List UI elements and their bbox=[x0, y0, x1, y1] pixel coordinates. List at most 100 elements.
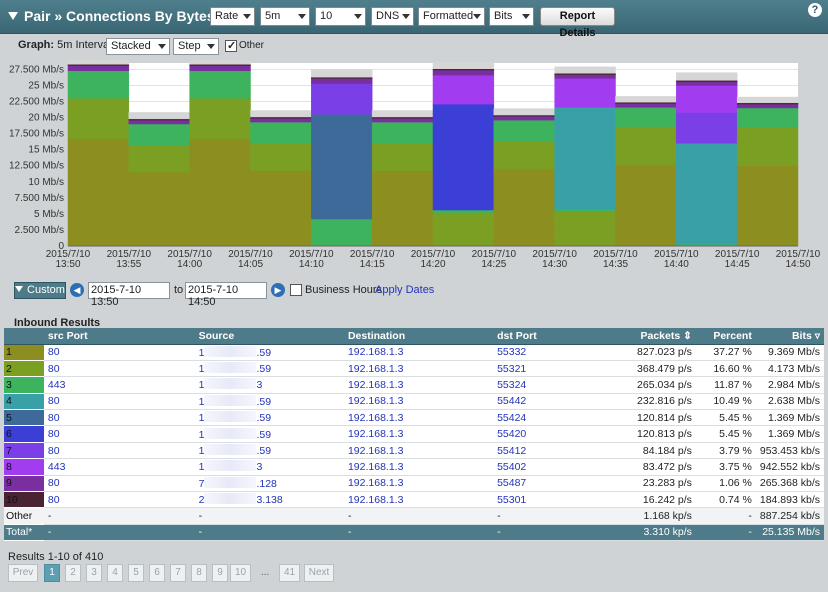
table-row[interactable]: 7 80 1.59 192.168.1.3 55412 84.184 p/s 3.79 % 9… bbox=[4, 442, 824, 460]
dst-port-link[interactable]: 55424 bbox=[493, 409, 613, 427]
other-label: Other bbox=[4, 507, 44, 525]
page-button-10[interactable]: 10 bbox=[230, 564, 251, 582]
src-port-link[interactable]: 443 bbox=[43, 376, 195, 394]
destination-link[interactable]: 192.168.1.3 bbox=[343, 376, 494, 394]
destination-link[interactable]: 192.168.1.3 bbox=[343, 409, 494, 427]
stack-segment-s9-c5 bbox=[311, 78, 373, 84]
dst-port-column-header[interactable]: dst Port bbox=[493, 328, 613, 345]
dst-port-link[interactable]: 55412 bbox=[493, 442, 613, 460]
page-button-8[interactable]: 8 bbox=[191, 564, 207, 582]
src-port-column-header[interactable]: src Port bbox=[43, 328, 195, 345]
destination-link[interactable]: 192.168.1.3 bbox=[343, 442, 494, 460]
next-page-button[interactable]: Next bbox=[304, 564, 334, 582]
graph-style-select[interactable]: Step bbox=[173, 38, 219, 55]
graph-mode-select[interactable]: Stacked bbox=[106, 38, 170, 55]
dst-port-link[interactable]: 55442 bbox=[493, 393, 613, 411]
page-button-last[interactable]: 41 bbox=[279, 564, 300, 582]
destination-link[interactable]: 192.168.1.3 bbox=[343, 393, 494, 411]
table-row[interactable]: 3 443 1 3 192.168.1.3 55324 265.034 p/s 11.87 %… bbox=[4, 376, 824, 394]
source-link[interactable]: 1.59 bbox=[194, 442, 344, 460]
page-button-3[interactable]: 3 bbox=[86, 564, 102, 582]
units-select[interactable]: Bits bbox=[489, 7, 534, 26]
page-title[interactable]: Pair » Connections By Bytes bbox=[8, 8, 215, 24]
destination-link[interactable]: 192.168.1.3 bbox=[343, 491, 494, 509]
table-row[interactable]: 2 80 1.59 192.168.1.3 55321 368.479 p/s 16.60 … bbox=[4, 360, 824, 378]
report-details-button[interactable]: Report Details bbox=[540, 7, 615, 39]
source-link[interactable]: 1.59 bbox=[194, 360, 344, 378]
custom-range-button[interactable]: Custom bbox=[14, 282, 66, 299]
collapse-triangle-icon[interactable] bbox=[8, 12, 18, 20]
dst-port-link[interactable]: 55332 bbox=[493, 344, 613, 361]
stack-segment-s2-c12 bbox=[736, 126, 799, 166]
dst-port-link[interactable]: 55321 bbox=[493, 360, 613, 378]
metric-select[interactable]: Rate bbox=[210, 7, 255, 26]
dst-port-link[interactable]: 55301 bbox=[493, 491, 613, 509]
to-date-input[interactable]: 2015-7-10 14:50 bbox=[185, 282, 267, 308]
destination-column-header[interactable]: Destination bbox=[343, 328, 494, 345]
interval-select[interactable]: 5m bbox=[260, 7, 310, 26]
src-port-link[interactable]: 80 bbox=[43, 442, 195, 460]
page-button-9[interactable]: 9 bbox=[212, 564, 228, 582]
table-row[interactable]: 9 80 7.128 192.168.1.3 55487 23.283 p/s 1.06 %… bbox=[4, 475, 824, 493]
page-button-2[interactable]: 2 bbox=[65, 564, 81, 582]
src-port-link[interactable]: 80 bbox=[43, 393, 195, 411]
page-button-1[interactable]: 1 bbox=[44, 564, 60, 582]
stack-segment-s11-c3 bbox=[189, 60, 251, 65]
apply-dates-link[interactable]: Apply Dates bbox=[375, 284, 434, 296]
src-port-link[interactable]: 80 bbox=[43, 425, 195, 443]
src-port-link[interactable]: 80 bbox=[43, 491, 195, 509]
percent-column-header[interactable]: Percent bbox=[695, 328, 756, 345]
src-port-link[interactable]: 80 bbox=[43, 360, 195, 378]
total-percent: - bbox=[695, 524, 756, 542]
dst-port-link[interactable]: 55402 bbox=[493, 458, 613, 476]
bits-column-header[interactable]: Bits ▿ bbox=[755, 328, 824, 345]
table-row[interactable]: 1 80 1.59 192.168.1.3 55332 827.023 p/s 37.27 … bbox=[4, 344, 824, 361]
source-column-header[interactable]: Source bbox=[194, 328, 344, 345]
stack-segment-s1-c1 bbox=[67, 138, 130, 247]
page-button-5[interactable]: 5 bbox=[128, 564, 144, 582]
packets-column-header[interactable]: Packets ⇕ bbox=[612, 328, 696, 345]
source-link[interactable]: 1.59 bbox=[194, 425, 344, 443]
destination-link[interactable]: 192.168.1.3 bbox=[343, 458, 494, 476]
stack-segment-s9-c7 bbox=[432, 69, 495, 76]
destination-link[interactable]: 192.168.1.3 bbox=[343, 475, 494, 493]
format-select[interactable]: Formatted bbox=[418, 7, 485, 26]
source-link[interactable]: 7.128 bbox=[194, 475, 344, 493]
help-icon[interactable]: ? bbox=[808, 3, 822, 17]
dst-port-link[interactable]: 55487 bbox=[493, 475, 613, 493]
table-row[interactable]: 8 443 1 3 192.168.1.3 55402 83.472 p/s 3.75 % 94… bbox=[4, 458, 824, 476]
other-checkbox[interactable] bbox=[225, 39, 237, 52]
source-link[interactable]: 1.59 bbox=[194, 393, 344, 411]
previous-range-icon[interactable]: ◀ bbox=[70, 283, 84, 297]
source-link[interactable]: 13 bbox=[194, 376, 344, 394]
from-date-input[interactable]: 2015-7-10 13:50 bbox=[88, 282, 170, 308]
destination-link[interactable]: 192.168.1.3 bbox=[343, 425, 494, 443]
source-link[interactable]: 2 3.138 bbox=[194, 491, 344, 509]
dns-select[interactable]: DNS bbox=[371, 7, 414, 26]
prev-page-button[interactable]: Prev bbox=[8, 564, 38, 582]
destination-link[interactable]: 192.168.1.3 bbox=[343, 344, 494, 361]
src-port-link[interactable]: 80 bbox=[43, 409, 195, 427]
src-port-link[interactable]: 80 bbox=[43, 344, 195, 361]
source-link[interactable]: 1.59 bbox=[194, 409, 344, 427]
stack-segment-s11-c1 bbox=[67, 60, 130, 65]
src-port-link[interactable]: 80 bbox=[43, 475, 195, 493]
table-row[interactable]: 10 80 2 3.138 192.168.1.3 55301 16.242 p/s 0.74… bbox=[4, 491, 824, 509]
page-button-6[interactable]: 6 bbox=[149, 564, 165, 582]
chevron-down-icon bbox=[354, 14, 362, 19]
topn-select[interactable]: 10 bbox=[315, 7, 366, 26]
page-button-7[interactable]: 7 bbox=[170, 564, 186, 582]
table-row[interactable]: 6 80 1.59 192.168.1.3 55420 120.813 p/s 5.45 %… bbox=[4, 425, 824, 443]
dst-port-link[interactable]: 55324 bbox=[493, 376, 613, 394]
table-row[interactable]: 4 80 1.59 192.168.1.3 55442 232.816 p/s 10.49 … bbox=[4, 393, 824, 411]
destination-link[interactable]: 192.168.1.3 bbox=[343, 360, 494, 378]
src-port-link[interactable]: 443 bbox=[43, 458, 195, 476]
dst-port-link[interactable]: 55420 bbox=[493, 425, 613, 443]
row-rank: 4 bbox=[4, 393, 44, 411]
source-link[interactable]: 1.59 bbox=[194, 344, 344, 361]
business-hours-checkbox[interactable] bbox=[290, 284, 302, 296]
next-range-icon[interactable]: ▶ bbox=[271, 283, 285, 297]
page-button-4[interactable]: 4 bbox=[107, 564, 123, 582]
table-row[interactable]: 5 80 1.59 192.168.1.3 55424 120.814 p/s 5.45 %… bbox=[4, 409, 824, 427]
source-link[interactable]: 13 bbox=[194, 458, 344, 476]
